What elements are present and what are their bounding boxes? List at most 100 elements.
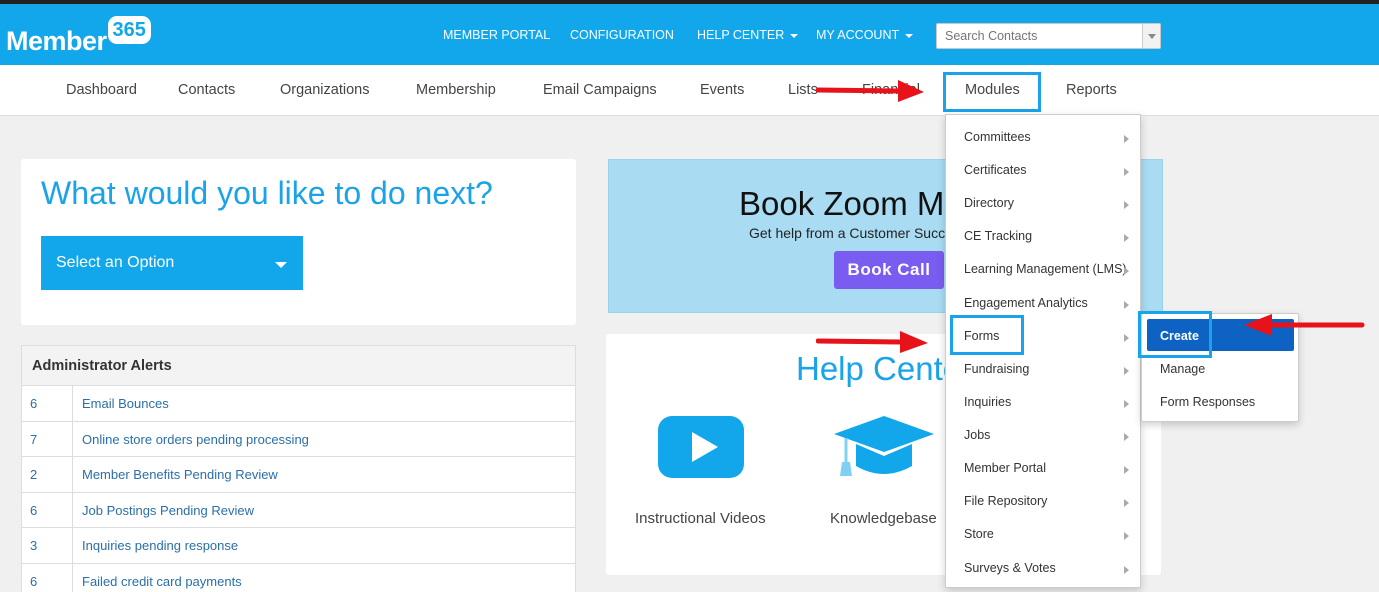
menu-item-lms[interactable]: Learning Management (LMS) <box>946 252 1140 285</box>
chevron-right-icon <box>1124 201 1129 209</box>
alert-link[interactable]: Inquiries pending response <box>82 538 238 553</box>
menu-item-label: Inquiries <box>964 395 1012 409</box>
forms-responses-item[interactable]: Form Responses <box>1160 395 1255 409</box>
alert-count[interactable]: 3 <box>22 528 73 563</box>
nav-email-campaigns[interactable]: Email Campaigns <box>543 82 657 98</box>
menu-item-label: Committees <box>964 130 1031 144</box>
nav-events[interactable]: Events <box>700 82 744 98</box>
chevron-right-icon <box>1124 433 1129 441</box>
menu-item-label: Surveys & Votes <box>964 561 1056 575</box>
menu-item-store[interactable]: Store <box>946 517 1140 550</box>
alert-count[interactable]: 6 <box>22 563 73 592</box>
menu-item-label: CE Tracking <box>964 229 1033 243</box>
menu-item-label: Fundraising <box>964 362 1030 376</box>
video-play-icon[interactable] <box>658 416 744 478</box>
menu-item-member-portal[interactable]: Member Portal <box>946 451 1140 484</box>
forms-manage-item[interactable]: Manage <box>1160 362 1205 376</box>
topnav-configuration[interactable]: CONFIGURATION <box>570 28 674 42</box>
logo-badge: 365 <box>107 16 151 44</box>
menu-item-inquiries[interactable]: Inquiries <box>946 385 1140 418</box>
book-call-button[interactable]: Book Call <box>834 251 944 289</box>
chevron-down-icon <box>905 33 914 38</box>
menu-item-label: Engagement Analytics <box>964 296 1088 310</box>
next-action-title: What would you like to do next? <box>41 175 493 211</box>
nav-organizations[interactable]: Organizations <box>280 82 369 98</box>
menu-item-file-repository[interactable]: File Repository <box>946 484 1140 517</box>
table-row[interactable]: 7 Online store orders pending processing <box>22 421 575 457</box>
chevron-right-icon <box>1124 499 1129 507</box>
nav-dashboard[interactable]: Dashboard <box>66 82 137 98</box>
topnav-help-center-label: HELP CENTER <box>697 28 785 42</box>
menu-item-certificates[interactable]: Certificates <box>946 153 1140 186</box>
menu-item-label: Store <box>964 527 994 541</box>
topnav-my-account[interactable]: MY ACCOUNT <box>816 28 914 42</box>
menu-item-jobs[interactable]: Jobs <box>946 418 1140 451</box>
logo-text: Member <box>6 26 107 56</box>
forms-highlight-box <box>950 315 1024 355</box>
menu-item-committees[interactable]: Committees <box>946 120 1140 153</box>
annotation-arrow-modules <box>816 80 924 102</box>
menu-item-surveys-votes[interactable]: Surveys & Votes <box>946 551 1140 584</box>
alert-link[interactable]: Job Postings Pending Review <box>82 503 254 518</box>
administrator-alerts: Administrator Alerts 6 Email Bounces 7 O… <box>21 345 576 592</box>
instructional-videos-link[interactable]: Instructional Videos <box>635 510 766 527</box>
select-option-label: Select an Option <box>56 254 175 271</box>
alert-count[interactable]: 7 <box>22 421 73 456</box>
chevron-down-icon <box>275 262 287 268</box>
main-nav: Dashboard Contacts Organizations Members… <box>0 65 1379 116</box>
nav-membership[interactable]: Membership <box>416 82 496 98</box>
chevron-right-icon <box>1124 168 1129 176</box>
knowledgebase-link[interactable]: Knowledgebase <box>830 510 937 527</box>
table-row[interactable]: 6 Failed credit card payments <box>22 563 575 592</box>
chevron-right-icon <box>1124 301 1129 309</box>
search-dropdown-button[interactable] <box>1142 24 1160 48</box>
select-option-dropdown[interactable]: Select an Option <box>41 236 303 290</box>
table-row[interactable]: 3 Inquiries pending response <box>22 528 575 564</box>
table-row[interactable]: 6 Job Postings Pending Review <box>22 492 575 528</box>
annotation-arrow-create <box>1244 314 1365 336</box>
menu-item-label: Directory <box>964 196 1015 210</box>
alert-link[interactable]: Online store orders pending processing <box>82 432 309 447</box>
chevron-down-icon <box>790 33 799 38</box>
member365-logo[interactable]: Member 365 <box>6 16 151 56</box>
chevron-right-icon <box>1124 267 1129 275</box>
menu-item-label: Certificates <box>964 163 1027 177</box>
topnav-my-account-label: MY ACCOUNT <box>816 28 900 42</box>
alert-count[interactable]: 6 <box>22 492 73 527</box>
chevron-right-icon <box>1124 466 1129 474</box>
topnav-member-portal[interactable]: MEMBER PORTAL <box>443 28 550 42</box>
chevron-right-icon <box>1124 367 1129 375</box>
chevron-right-icon <box>1124 566 1129 574</box>
alert-link[interactable]: Failed credit card payments <box>82 574 242 589</box>
table-row[interactable]: 6 Email Bounces <box>22 386 575 422</box>
graduation-cap-icon[interactable] <box>832 414 936 480</box>
nav-contacts[interactable]: Contacts <box>178 82 235 98</box>
chevron-right-icon <box>1124 334 1129 342</box>
menu-item-directory[interactable]: Directory <box>946 186 1140 219</box>
annotation-arrow-forms <box>816 331 928 353</box>
alert-count[interactable]: 6 <box>22 386 73 421</box>
zoom-subtitle: Get help from a Customer Success <box>749 225 967 241</box>
alert-link[interactable]: Member Benefits Pending Review <box>82 467 278 482</box>
table-row[interactable]: 2 Member Benefits Pending Review <box>22 457 575 493</box>
nav-lists[interactable]: Lists <box>788 82 818 98</box>
menu-item-label: Jobs <box>964 428 991 442</box>
menu-item-ce-tracking[interactable]: CE Tracking <box>946 219 1140 252</box>
alert-count[interactable]: 2 <box>22 457 73 492</box>
alert-link[interactable]: Email Bounces <box>82 396 169 411</box>
search-contacts[interactable] <box>936 23 1161 49</box>
topnav-help-center[interactable]: HELP CENTER <box>697 28 799 42</box>
menu-item-fundraising[interactable]: Fundraising <box>946 352 1140 385</box>
menu-item-label: File Repository <box>964 494 1048 508</box>
search-input[interactable] <box>937 24 1142 48</box>
modules-highlight-box <box>943 72 1041 112</box>
chevron-right-icon <box>1124 234 1129 242</box>
menu-item-label: Learning Management (LMS) <box>964 262 1127 276</box>
chevron-right-icon <box>1124 400 1129 408</box>
chevron-right-icon <box>1124 135 1129 143</box>
nav-reports[interactable]: Reports <box>1066 82 1117 98</box>
alerts-title: Administrator Alerts <box>22 346 575 386</box>
top-bar: Member 365 MEMBER PORTAL CONFIGURATION H… <box>0 4 1379 65</box>
menu-item-label: Member Portal <box>964 461 1046 475</box>
create-highlight-box <box>1138 311 1212 358</box>
